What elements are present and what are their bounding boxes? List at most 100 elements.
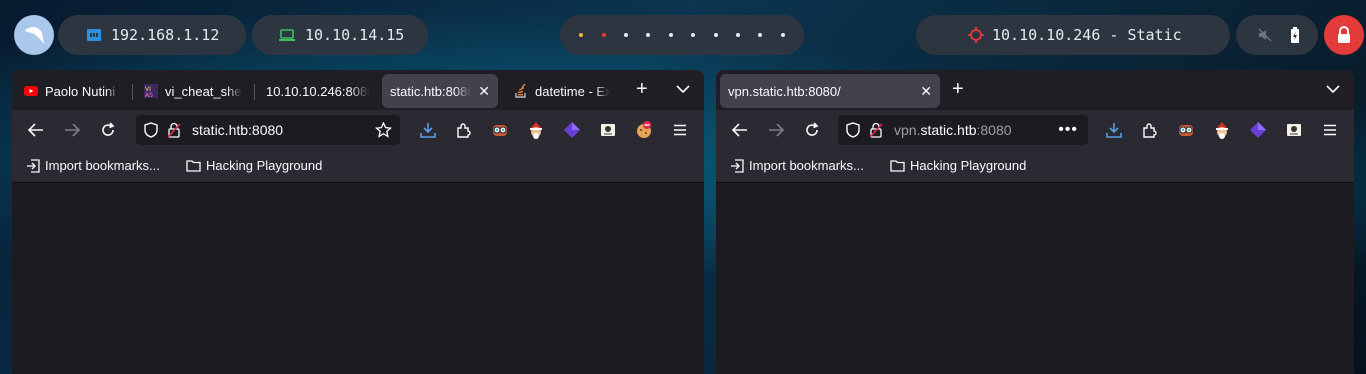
right-browser-window: vpn.static.htb:8080/ ✕ + vpn.static.htb:…: [716, 70, 1354, 374]
tracking-shield-icon[interactable]: [144, 122, 158, 138]
tracking-shield-icon[interactable]: [846, 122, 860, 138]
ethernet-indicator: 192.168.1.12: [58, 15, 246, 55]
ethernet-ip: 192.168.1.12: [111, 26, 220, 44]
url-port: :8080: [976, 122, 1012, 138]
left-tab-5-label: datetime - Exploit: [535, 83, 610, 99]
back-arrow-icon[interactable]: [26, 120, 46, 140]
right-tab-1-active[interactable]: vpn.static.htb:8080/ ✕: [720, 74, 940, 108]
left-tab-3-label: 10.10.10.246:8080: [266, 83, 370, 99]
workspace-dot-2[interactable]: [601, 33, 606, 37]
list-all-tabs-chevron-icon[interactable]: [1326, 81, 1340, 97]
left-tab-strip: Paolo Nutini VIAS vi_cheat_sheet 10.10.1…: [12, 70, 704, 110]
bookmark-folder-hacking[interactable]: Hacking Playground: [186, 158, 322, 173]
forward-arrow-icon[interactable]: [766, 120, 786, 140]
insecure-lock-icon[interactable]: [167, 122, 181, 138]
close-tab-icon[interactable]: ✕: [478, 83, 490, 100]
folder-icon: [890, 160, 905, 172]
workspace-dot-10[interactable]: [780, 33, 785, 37]
right-tab-strip: vpn.static.htb:8080/ ✕ +: [716, 70, 1354, 110]
back-arrow-icon[interactable]: [730, 120, 750, 140]
workspace-dot-6[interactable]: [691, 33, 696, 37]
stackoverflow-icon: [514, 84, 528, 98]
bookmark-import-label: Import bookmarks...: [45, 158, 160, 173]
left-tab-3[interactable]: 10.10.10.246:8080: [258, 74, 378, 108]
page-actions-ellipsis-icon[interactable]: •••: [1058, 121, 1078, 139]
extension-santa-icon[interactable]: [1212, 120, 1232, 140]
left-tab-4-label: static.htb:8080: [390, 83, 472, 99]
left-url-text: static.htb:8080: [192, 122, 283, 138]
left-tab-2[interactable]: VIAS vi_cheat_sheet: [136, 74, 250, 108]
power-lock-button[interactable]: [1324, 15, 1364, 55]
new-tab-button[interactable]: +: [636, 79, 648, 99]
right-nav-bar: vpn.static.htb:8080 •••: [716, 110, 1354, 150]
bookmark-import[interactable]: Import bookmarks...: [26, 158, 160, 173]
workspace-dot-4[interactable]: [646, 33, 651, 37]
hamburger-menu-icon[interactable]: [1320, 120, 1340, 140]
right-page-content[interactable]: [716, 183, 1354, 374]
url-host: static.htb: [920, 122, 977, 138]
extension-purple-cube-icon[interactable]: [1248, 120, 1268, 140]
right-tab-1-label: vpn.static.htb:8080/: [728, 83, 841, 99]
downloads-icon[interactable]: [418, 120, 438, 140]
extension-card-icon[interactable]: [598, 120, 618, 140]
target-label: 10.10.10.246 - Static: [992, 26, 1182, 44]
import-icon: [731, 158, 744, 173]
extension-cookie-icon[interactable]: [634, 120, 654, 140]
laptop-icon: [279, 29, 295, 41]
workspace-dot-3[interactable]: [623, 33, 628, 37]
extension-santa-icon[interactable]: [526, 120, 546, 140]
url-host: static.htb: [192, 122, 249, 138]
url-subdomain: vpn.: [894, 122, 921, 138]
right-url-bar[interactable]: vpn.static.htb:8080 •••: [838, 115, 1088, 145]
workspace-dot-9[interactable]: [758, 33, 763, 37]
extensions-puzzle-icon[interactable]: [454, 120, 474, 140]
bookmark-folder-label: Hacking Playground: [206, 158, 323, 173]
extension-glasses-icon[interactable]: [1176, 120, 1196, 140]
extension-purple-cube-icon[interactable]: [562, 120, 582, 140]
workspace-dot-1[interactable]: [579, 33, 584, 37]
vpn-indicator: 10.10.14.15: [252, 15, 428, 55]
reload-icon[interactable]: [802, 120, 822, 140]
left-bookmarks-toolbar: Import bookmarks... Hacking Playground: [12, 150, 704, 183]
left-url-bar[interactable]: static.htb:8080: [136, 115, 400, 145]
left-tab-1-label: Paolo Nutini: [45, 83, 116, 99]
battery-icon[interactable]: [1290, 27, 1300, 43]
reload-icon[interactable]: [98, 120, 118, 140]
list-all-tabs-chevron-icon[interactable]: [676, 81, 690, 97]
left-tab-1[interactable]: Paolo Nutini: [16, 74, 128, 108]
bookmark-folder-hacking[interactable]: Hacking Playground: [890, 158, 1026, 173]
new-tab-button[interactable]: +: [952, 79, 964, 99]
workspace-dot-8[interactable]: [735, 33, 740, 37]
import-icon: [27, 158, 40, 173]
crosshair-icon: [968, 27, 984, 43]
vpn-ip: 10.10.14.15: [305, 26, 405, 44]
insecure-lock-icon[interactable]: [869, 122, 883, 138]
extension-card-icon[interactable]: [1284, 120, 1304, 140]
tab-separator: [254, 84, 255, 100]
workspace-dot-7[interactable]: [713, 33, 718, 37]
kali-menu-button[interactable]: [14, 15, 54, 55]
bookmark-import[interactable]: Import bookmarks...: [730, 158, 864, 173]
hamburger-menu-icon[interactable]: [670, 120, 690, 140]
left-tab-5[interactable]: datetime - Exploit: [506, 74, 618, 108]
vi-cheat-icon: VI AS: [144, 84, 158, 98]
left-browser-window: Paolo Nutini VIAS vi_cheat_sheet 10.10.1…: [12, 70, 704, 374]
downloads-icon[interactable]: [1104, 120, 1124, 140]
extensions-puzzle-icon[interactable]: [1140, 120, 1160, 140]
youtube-icon: [24, 84, 38, 98]
lock-icon: [1338, 26, 1350, 43]
workspace-dot-5[interactable]: [668, 33, 673, 37]
close-tab-icon[interactable]: ✕: [920, 83, 932, 100]
bookmark-folder-label: Hacking Playground: [910, 158, 1027, 173]
bookmark-star-icon[interactable]: [375, 122, 392, 138]
tab-separator: [132, 84, 133, 100]
forward-arrow-icon[interactable]: [62, 120, 82, 140]
left-tab-4-active[interactable]: static.htb:8080 ✕: [382, 74, 498, 108]
extension-glasses-icon[interactable]: [490, 120, 510, 140]
volume-muted-icon[interactable]: [1258, 28, 1272, 42]
left-page-content[interactable]: [12, 183, 704, 374]
target-indicator: 10.10.10.246 - Static: [916, 15, 1230, 55]
right-bookmarks-toolbar: Import bookmarks... Hacking Playground: [716, 150, 1354, 183]
right-url-text: vpn.static.htb:8080: [894, 122, 1012, 138]
url-port: :8080: [248, 122, 284, 138]
